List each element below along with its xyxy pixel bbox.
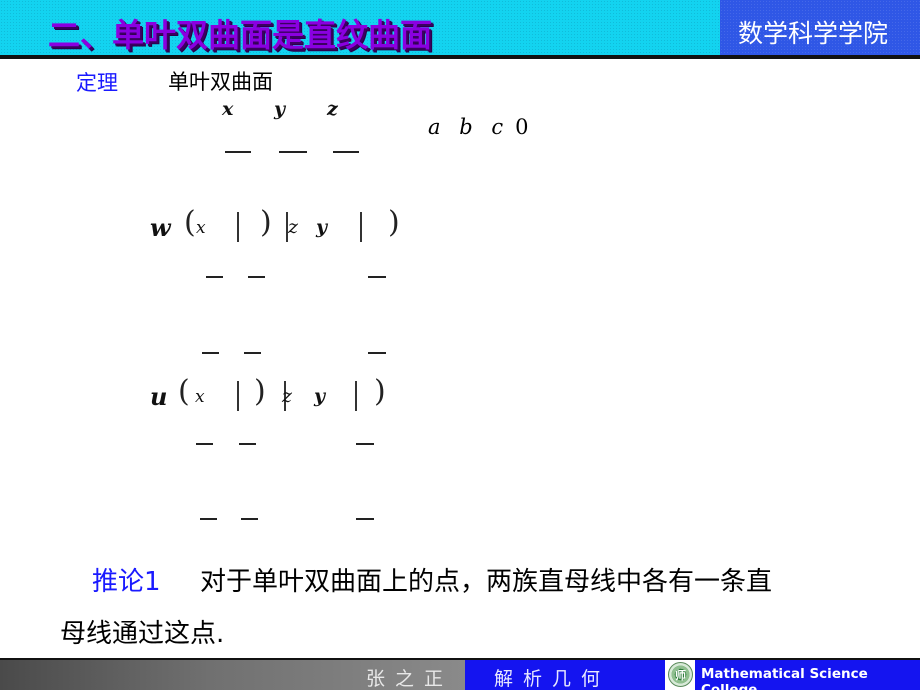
theorem-label: 定理 — [76, 71, 118, 95]
condition-vars: a b c — [428, 115, 510, 139]
right-paren: ) — [260, 205, 272, 240]
corollary-text-line1: 对于单叶双曲面上的点，两族直母线中各有一条直 — [200, 567, 773, 597]
family2-param: u — [150, 382, 168, 411]
family1-param: w — [150, 213, 171, 242]
eq-numerator-x: x — [222, 98, 234, 120]
left-paren: ( — [184, 205, 196, 240]
eq-numerator-y: y — [274, 98, 286, 120]
footer-course: 解析几何 — [494, 668, 611, 690]
college-name-en: Mathematical Science College — [701, 666, 868, 690]
slide-header: 二、单叶双曲面是直纹曲面 数学科学学院 — [0, 0, 920, 60]
fraction-bar — [202, 352, 219, 354]
family1-x: x — [196, 218, 206, 238]
family2-y: y — [314, 385, 326, 407]
fraction-bar — [200, 518, 217, 520]
fraction-bar — [248, 276, 265, 278]
family2-x: x — [195, 387, 205, 407]
family2-z: z — [282, 385, 293, 407]
vertical-bar — [355, 381, 357, 411]
college-name-cn: 数学科学学院 — [738, 19, 889, 48]
fraction-bar — [239, 443, 256, 445]
fraction-bar — [241, 518, 258, 520]
eq-numerator-z: z — [327, 98, 338, 120]
fraction-bar — [368, 352, 386, 354]
footer-author: 张之正 — [366, 668, 454, 690]
fraction-bar — [225, 151, 251, 153]
fraction-bar — [196, 443, 213, 445]
left-paren: ( — [178, 374, 190, 409]
page-title: 二、单叶双曲面是直纹曲面 — [48, 16, 433, 54]
condition-zero: 0 — [515, 115, 535, 139]
vertical-bar — [360, 212, 362, 242]
fraction-bar — [206, 276, 223, 278]
fraction-bar — [279, 151, 307, 153]
corollary-text-line2: 母线通过这点. — [60, 619, 225, 649]
fraction-bar — [356, 443, 374, 445]
vertical-bar — [237, 212, 239, 242]
corollary-label: 推论1 — [92, 567, 161, 597]
fraction-bar — [368, 276, 386, 278]
family1-z: z — [288, 216, 299, 238]
right-paren: ) — [254, 374, 266, 409]
fraction-bar — [356, 518, 374, 520]
right-paren: ) — [388, 205, 400, 240]
fraction-bar — [333, 151, 359, 153]
condition-abc: a b c0 — [428, 115, 534, 139]
theorem-surface-name: 单叶双曲面 — [168, 70, 273, 94]
vertical-bar — [237, 381, 239, 411]
college-logo-glyph: 师 — [675, 669, 686, 682]
family1-y: y — [316, 216, 328, 238]
right-paren: ) — [374, 374, 386, 409]
fraction-bar — [244, 352, 261, 354]
